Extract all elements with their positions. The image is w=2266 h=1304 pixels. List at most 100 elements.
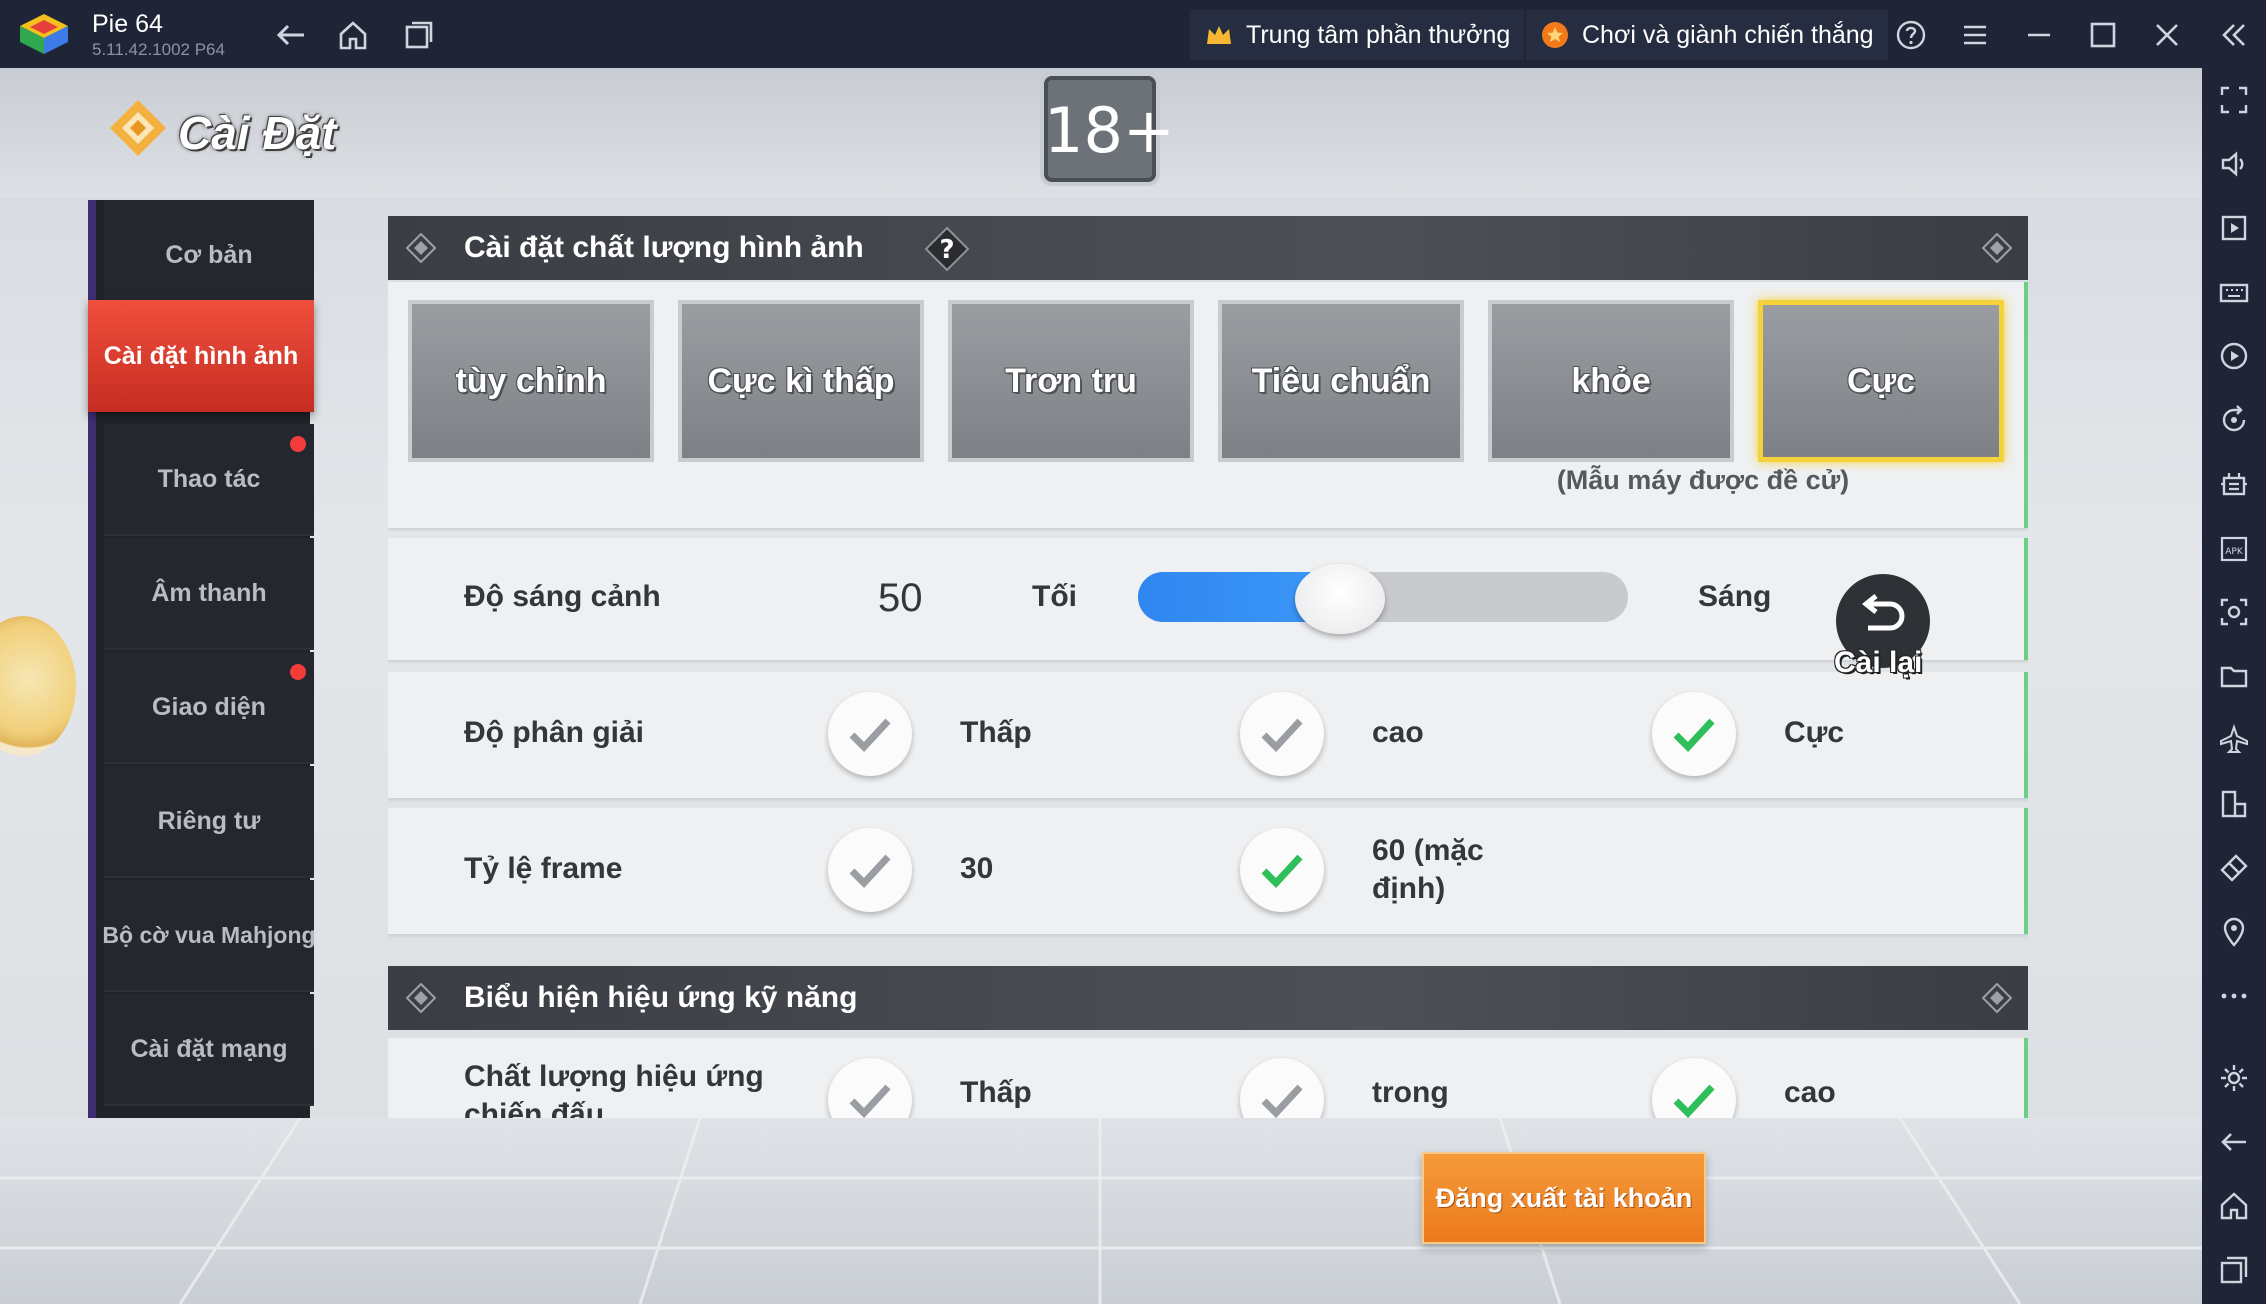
- character-avatar[interactable]: [0, 616, 76, 756]
- media-icon[interactable]: [2218, 212, 2250, 244]
- tab-controls[interactable]: Thao tác: [104, 424, 314, 536]
- home-icon[interactable]: [336, 18, 370, 52]
- help-diamond-icon[interactable]: ?: [924, 226, 970, 272]
- emulator-sidebar: APK: [2202, 68, 2266, 1304]
- preset-strong-button[interactable]: khỏe: [1488, 300, 1734, 462]
- battle-effects-label: Chất lượng hiệu ứng chiến đấu: [464, 1060, 764, 1118]
- play-win-label: Chơi và giành chiến thắng: [1582, 20, 1874, 49]
- effects-low-checkbox[interactable]: [828, 1058, 912, 1118]
- collapse-sidebar-icon[interactable]: [2216, 18, 2250, 52]
- tab-graphics-label: Cài đặt hình ảnh: [103, 341, 299, 370]
- image-quality-title: Cài đặt chất lượng hình ảnh: [464, 231, 864, 264]
- image-quality-header: Cài đặt chất lượng hình ảnh ?: [388, 216, 2028, 280]
- tab-interface[interactable]: Giao diện: [104, 652, 314, 764]
- preset-custom-label: tùy chỉnh: [455, 361, 607, 400]
- effects-high-checkbox[interactable]: [1652, 1058, 1736, 1118]
- section-diamond-icon: [1982, 983, 2012, 1013]
- section-diamond-icon: [1982, 233, 2012, 263]
- eraser-icon[interactable]: [2218, 852, 2250, 884]
- section-diamond-icon: [406, 233, 436, 263]
- resolution-low-label: Thấp: [960, 716, 1032, 749]
- check-icon: [1261, 1084, 1303, 1118]
- help-icon[interactable]: [1894, 18, 1928, 52]
- svg-text:?: ?: [939, 235, 954, 265]
- sidebar-back-icon[interactable]: [2218, 1126, 2250, 1158]
- section-diamond-icon: [406, 983, 436, 1013]
- settings-icon[interactable]: [2218, 1062, 2250, 1094]
- effects-medium-checkbox[interactable]: [1240, 1058, 1324, 1118]
- preset-custom-button[interactable]: tùy chỉnh: [408, 300, 654, 462]
- more-icon[interactable]: [2218, 980, 2250, 1012]
- floor-tiles: [0, 1118, 2202, 1304]
- star-badge-icon: [1542, 22, 1568, 48]
- tab-privacy[interactable]: Riêng tư: [104, 766, 314, 878]
- apk-icon[interactable]: APK: [2218, 532, 2250, 564]
- logout-button[interactable]: Đăng xuất tài khoản: [1422, 1152, 1706, 1244]
- recommended-device-note: (Mẫu máy được đề cử): [1556, 465, 1850, 495]
- tab-privacy-label: Riêng tư: [157, 806, 261, 835]
- back-icon[interactable]: [274, 18, 308, 52]
- performance-icon[interactable]: [2218, 468, 2250, 500]
- emulator-titlebar: Pie 64 5.11.42.1002 P64 Trung tâm phần t…: [0, 0, 2266, 68]
- resolution-ultra-checkbox[interactable]: [1652, 692, 1736, 776]
- tab-sound[interactable]: Âm thanh: [104, 538, 314, 650]
- effects-high-label: cao: [1784, 1076, 1836, 1109]
- resolution-high-checkbox[interactable]: [1240, 692, 1324, 776]
- settings-tab-menu: Cơ bản Cài đặt hình ảnh Thao tác Âm than…: [88, 200, 316, 1118]
- rewards-center-label: Trung tâm phần thưởng: [1246, 20, 1511, 49]
- sidebar-home-icon[interactable]: [2218, 1190, 2250, 1222]
- rotate-icon[interactable]: [2218, 404, 2250, 436]
- brightness-min-label: Tối: [1032, 580, 1077, 613]
- folder-icon[interactable]: [2218, 660, 2250, 692]
- brightness-row: Độ sáng cảnh 50 Tối Sáng: [388, 538, 2028, 660]
- skill-effects-title: Biểu hiện hiệu ứng kỹ năng: [464, 981, 858, 1014]
- preset-standard-button[interactable]: Tiêu chuẩn: [1218, 300, 1464, 462]
- minimize-icon[interactable]: [2022, 18, 2056, 52]
- airplane-icon[interactable]: [2218, 723, 2250, 756]
- tab-graphics[interactable]: Cài đặt hình ảnh: [88, 300, 314, 412]
- preset-smooth-button[interactable]: Trơn tru: [948, 300, 1194, 462]
- multi-instance-icon[interactable]: [2218, 788, 2250, 820]
- play-win-button[interactable]: Chơi và giành chiến thắng: [1526, 10, 1888, 60]
- battle-effects-row: Chất lượng hiệu ứng chiến đấu Thấp trong…: [388, 1038, 2028, 1118]
- rewards-center-button[interactable]: Trung tâm phần thưởng: [1190, 10, 1525, 60]
- check-icon: [849, 1084, 891, 1118]
- logout-label: Đăng xuất tài khoản: [1435, 1182, 1693, 1213]
- maximize-icon[interactable]: [2086, 18, 2120, 52]
- tab-sound-label: Âm thanh: [151, 578, 267, 607]
- resolution-label: Độ phân giải: [464, 716, 644, 749]
- app-name: Pie 64: [92, 10, 163, 38]
- recents-icon[interactable]: [402, 18, 436, 52]
- tab-network[interactable]: Cài đặt mạng: [104, 994, 314, 1106]
- frame-rate-row: Tỷ lệ frame 30 60 (mặc định): [388, 808, 2028, 934]
- age-rating-text: 18+: [1044, 94, 1175, 167]
- effects-low-label: Thấp: [960, 1076, 1032, 1109]
- tab-mahjong[interactable]: Bộ cờ vua Mahjong: [102, 880, 316, 992]
- resolution-high-label: cao: [1372, 716, 1424, 749]
- brightness-slider-fill: [1138, 572, 1310, 622]
- location-icon[interactable]: [2218, 916, 2250, 948]
- resolution-low-checkbox[interactable]: [828, 692, 912, 776]
- tab-basic[interactable]: Cơ bản: [104, 200, 314, 312]
- notification-dot: [290, 436, 306, 452]
- menu-icon[interactable]: [1958, 18, 1992, 52]
- check-icon: [1261, 718, 1303, 753]
- preset-very-low-label: Cực kì thấp: [707, 361, 895, 400]
- tab-controls-label: Thao tác: [157, 464, 261, 493]
- skill-effects-header: Biểu hiện hiệu ứng kỹ năng: [388, 966, 2028, 1030]
- brightness-slider-thumb[interactable]: [1294, 564, 1385, 634]
- fullscreen-icon[interactable]: [2218, 84, 2250, 116]
- app-logo-icon: [18, 12, 70, 56]
- sidebar-recents-icon[interactable]: [2218, 1254, 2250, 1286]
- frame-rate-30-checkbox[interactable]: [828, 828, 912, 912]
- keyboard-icon[interactable]: [2218, 276, 2250, 308]
- volume-icon[interactable]: [2218, 148, 2250, 180]
- check-icon: [1673, 1084, 1715, 1118]
- preset-very-low-button[interactable]: Cực kì thấp: [678, 300, 924, 462]
- frame-rate-label: Tỷ lệ frame: [464, 852, 623, 885]
- record-icon[interactable]: [2218, 340, 2250, 372]
- frame-rate-60-checkbox[interactable]: [1240, 828, 1324, 912]
- close-icon[interactable]: [2150, 18, 2184, 52]
- screenshot-icon[interactable]: [2218, 596, 2250, 628]
- preset-ultra-button[interactable]: Cực: [1758, 300, 2004, 462]
